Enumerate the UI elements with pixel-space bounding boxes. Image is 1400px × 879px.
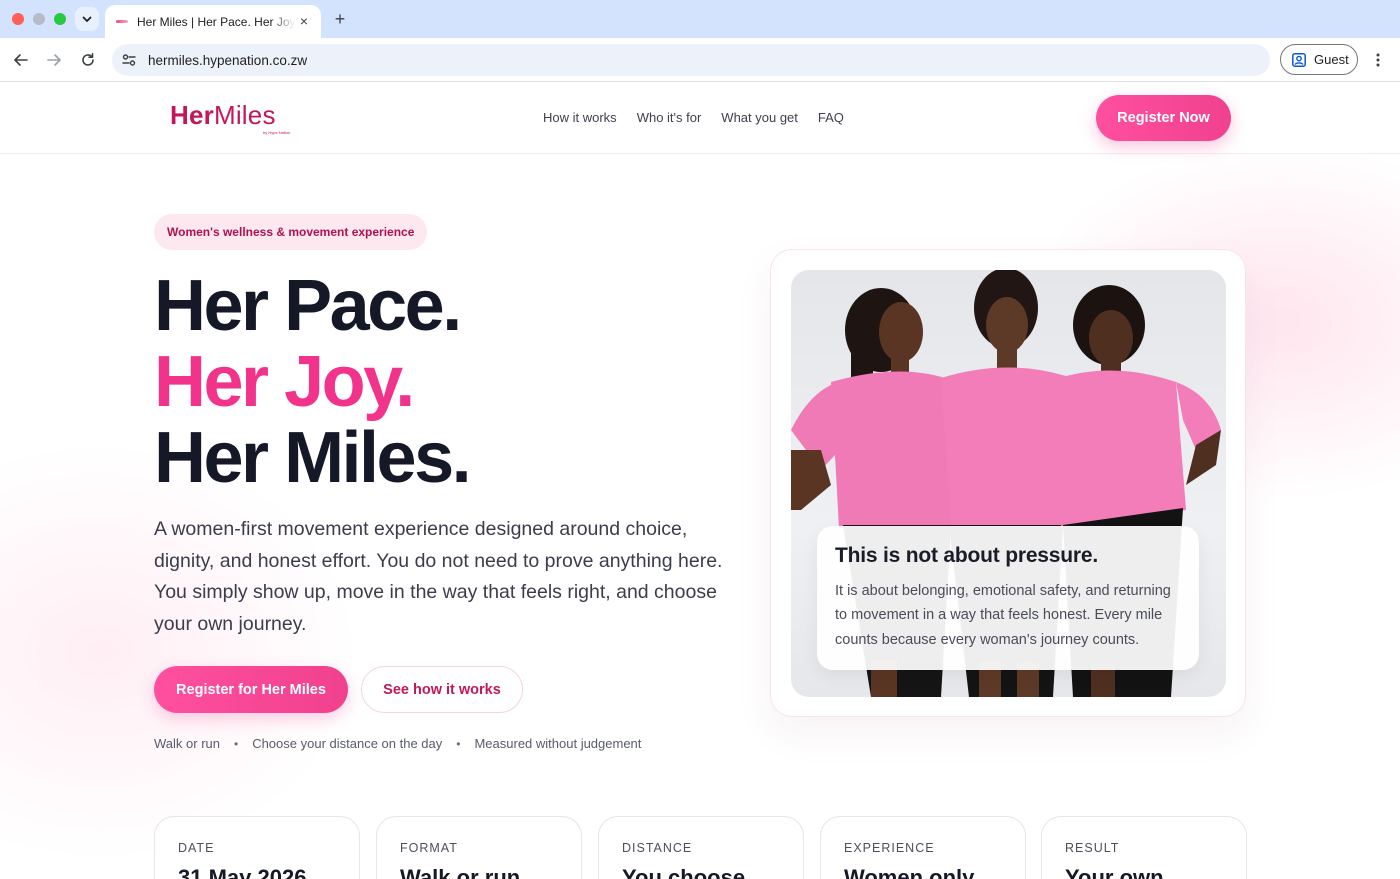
quote-title: This is not about pressure.	[835, 544, 1098, 567]
reload-button[interactable]	[77, 49, 99, 71]
stat-card-result: RESULT Your own	[1041, 816, 1247, 879]
browser-tab-active[interactable]: Her Miles | Her Pace. Her Joy. Her Miles…	[105, 5, 321, 38]
stat-value: You choose	[622, 865, 746, 879]
stat-label: RESULT	[1065, 841, 1120, 855]
hero-paragraph: A women-first movement experience design…	[154, 518, 723, 635]
quote-body: It is about belonging, emotional safety,…	[835, 583, 1171, 648]
hero-headline: Her Pace. Her Joy. Her Miles.	[154, 266, 472, 498]
stat-label: DATE	[178, 841, 215, 855]
eyebrow-badge: Women's wellness & movement experience	[154, 214, 428, 250]
headline-line-3: Her Miles.	[154, 418, 472, 498]
chevron-down-icon	[82, 16, 92, 22]
address-bar[interactable]: hermiles.hypenation.co.zw	[112, 44, 1270, 76]
stat-value: Walk or run	[400, 865, 521, 879]
stat-card-experience: EXPERIENCE Women only	[820, 816, 1026, 879]
stat-label: DISTANCE	[622, 841, 693, 855]
stat-value: Women only	[844, 865, 975, 879]
reload-icon	[82, 53, 94, 66]
arrow-right-icon	[47, 54, 61, 66]
nav-how-it-works[interactable]: How it works	[543, 110, 617, 125]
separator-dot: •	[233, 736, 239, 751]
site-header: HerMiles by Hype Nation How it works Who…	[0, 82, 1400, 154]
stat-label: EXPERIENCE	[844, 841, 935, 855]
browser-tab-strip: Her Miles | Her Pace. Her Joy. Her Miles…	[0, 0, 1400, 38]
headline-line-1: Her Pace.	[154, 266, 462, 346]
nav-what-you-get[interactable]: What you get	[721, 110, 798, 125]
forward-button[interactable]	[43, 49, 65, 71]
feature-item: Measured without judgement	[474, 736, 642, 751]
site-favicon-icon	[115, 18, 129, 26]
pressure-quote-card: This is not about pressure. It is about …	[817, 526, 1199, 670]
stat-label: FORMAT	[400, 841, 458, 855]
more-vertical-icon	[1376, 53, 1380, 67]
close-window-button[interactable]	[12, 13, 24, 25]
tab-close-icon[interactable]: ×	[295, 12, 313, 30]
stat-card-distance: DISTANCE You choose	[598, 816, 804, 879]
tab-title: Her Miles | Her Pace. Her Joy. Her Miles…	[137, 14, 295, 29]
stat-value: Your own	[1065, 865, 1164, 879]
profile-button[interactable]: Guest	[1280, 44, 1358, 75]
profile-label: Guest	[1314, 52, 1349, 67]
web-page: HerMiles by Hype Nation How it works Who…	[0, 82, 1400, 879]
feature-item: Walk or run	[154, 736, 220, 751]
guest-profile-icon	[1292, 52, 1306, 67]
feature-list: Walk or run • Choose your distance on th…	[154, 736, 641, 751]
main-nav: How it works Who it's for What you get F…	[543, 110, 844, 125]
see-how-it-works-button[interactable]: See how it works	[361, 666, 523, 713]
site-logo[interactable]: HerMiles by Hype Nation	[170, 100, 290, 135]
browser-menu-button[interactable]	[1368, 49, 1388, 71]
register-now-button[interactable]: Register Now	[1096, 95, 1231, 141]
site-info-icon[interactable]	[118, 49, 140, 71]
stat-value: 31 May 2026	[178, 865, 307, 879]
url-text: hermiles.hypenation.co.zw	[148, 52, 308, 68]
logo-miles-text: Miles	[213, 100, 276, 130]
browser-toolbar: hermiles.hypenation.co.zw Guest	[0, 38, 1400, 82]
back-button[interactable]	[10, 49, 32, 71]
register-for-her-miles-button[interactable]: Register for Her Miles	[154, 666, 348, 713]
eyebrow-text: Women's wellness & movement experience	[167, 225, 415, 239]
separator-dot: •	[456, 736, 461, 751]
minimize-window-button[interactable]	[33, 13, 45, 25]
stat-card-date: DATE 31 May 2026	[154, 816, 360, 879]
logo-her-text: Her	[170, 100, 214, 130]
background-glow	[0, 442, 360, 862]
feature-item: Choose your distance on the day	[252, 736, 443, 751]
new-tab-button[interactable]: +	[330, 9, 350, 29]
stat-card-format: FORMAT Walk or run	[376, 816, 582, 879]
tab-search-button[interactable]	[75, 7, 99, 31]
logo-subtext: by Hype Nation	[263, 130, 291, 135]
arrow-left-icon	[14, 54, 28, 66]
maximize-window-button[interactable]	[54, 13, 66, 25]
headline-line-2: Her Joy.	[154, 342, 415, 422]
nav-faq[interactable]: FAQ	[818, 110, 844, 125]
nav-who-its-for[interactable]: Who it's for	[637, 110, 702, 125]
